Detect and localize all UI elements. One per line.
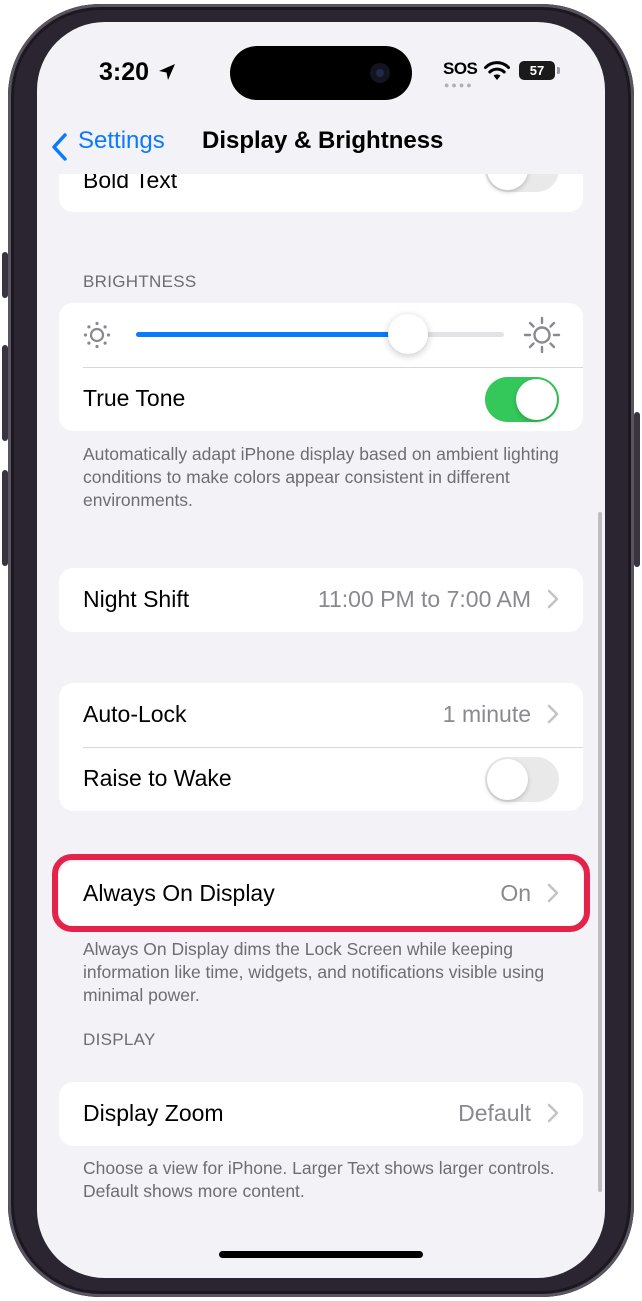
settings-list[interactable]: Bold Text BRIGHTNESS True Tone Automatic…: [37, 174, 605, 1278]
display-zoom-label: Display Zoom: [83, 1100, 224, 1126]
battery-icon: 57: [519, 61, 555, 80]
auto-lock-row[interactable]: Auto-Lock 1 minute: [59, 683, 583, 747]
display-header: DISPLAY: [83, 1030, 156, 1049]
chevron-right-icon: [547, 1103, 559, 1128]
bold-text-row[interactable]: Bold Text: [59, 174, 583, 212]
toggle-knob: [487, 759, 528, 800]
power-button: [634, 412, 640, 567]
night-shift-value: 11:00 PM to 7:00 AM: [317, 586, 531, 612]
raise-to-wake-label: Raise to Wake: [83, 765, 232, 791]
night-shift-group: Night Shift 11:00 PM to 7:00 AM: [59, 568, 583, 632]
lock-group: Auto-Lock 1 minute Raise to Wake: [59, 683, 583, 811]
bold-text-label: Bold Text: [83, 174, 178, 193]
true-tone-footnote: Automatically adapt iPhone display based…: [83, 444, 559, 510]
true-tone-label: True Tone: [83, 385, 186, 411]
toggle-knob: [487, 174, 528, 190]
sos-indicator: SOS: [443, 59, 478, 78]
auto-lock-label: Auto-Lock: [83, 701, 187, 727]
display-zoom-footnote: Choose a view for iPhone. Larger Text sh…: [83, 1158, 555, 1201]
bold-text-group: Bold Text: [59, 174, 583, 212]
raise-to-wake-row[interactable]: Raise to Wake: [59, 747, 583, 811]
brightness-slider[interactable]: [136, 314, 504, 354]
raise-to-wake-toggle[interactable]: [485, 757, 559, 802]
page-title: Display & Brightness: [202, 127, 444, 154]
brightness-header: BRIGHTNESS: [83, 272, 197, 291]
auto-lock-value: 1 minute: [442, 701, 531, 727]
sun-large-icon: [523, 316, 561, 359]
status-time: 3:20: [99, 58, 150, 86]
display-zoom-row[interactable]: Display Zoom Default: [59, 1082, 583, 1146]
sun-small-icon: [81, 319, 113, 356]
scrollbar[interactable]: [598, 512, 602, 1192]
battery-cap: [557, 67, 560, 74]
status-bar: 3:20 SOS ●●●● 57: [37, 22, 605, 122]
toggle-knob: [516, 379, 557, 420]
true-tone-row[interactable]: True Tone: [59, 367, 583, 431]
dynamic-island: [230, 46, 412, 100]
night-shift-label: Night Shift: [83, 586, 190, 612]
screen: 3:20 SOS ●●●● 57 Settings Display & Brig…: [37, 22, 605, 1278]
action-button: [2, 252, 8, 298]
chevron-right-icon: [547, 589, 559, 614]
display-zoom-value: Default: [458, 1100, 531, 1126]
always-on-footnote: Always On Display dims the Lock Screen w…: [83, 939, 545, 1005]
camera-icon: [370, 63, 390, 83]
back-button[interactable]: Settings: [78, 127, 165, 155]
battery-level: 57: [529, 63, 545, 78]
true-tone-toggle[interactable]: [485, 377, 559, 422]
brightness-slider-row: [59, 303, 583, 367]
brightness-group: True Tone: [59, 303, 583, 431]
location-arrow-icon: [157, 62, 177, 87]
brightness-slider-thumb[interactable]: [388, 314, 429, 354]
home-indicator[interactable]: [219, 1251, 423, 1258]
chevron-right-icon: [547, 704, 559, 729]
volume-down-button: [2, 470, 8, 566]
display-zoom-group: Display Zoom Default: [59, 1082, 583, 1146]
highlight-box: [52, 854, 590, 932]
night-shift-row[interactable]: Night Shift 11:00 PM to 7:00 AM: [59, 568, 583, 632]
brightness-slider-fill: [136, 332, 409, 337]
bold-text-toggle[interactable]: [485, 174, 559, 192]
navigation-bar: Settings Display & Brightness: [37, 122, 605, 174]
volume-up-button: [2, 345, 8, 441]
back-chevron-icon[interactable]: [49, 129, 69, 170]
signal-dots: ●●●●: [444, 80, 474, 90]
wifi-icon: [483, 61, 511, 86]
